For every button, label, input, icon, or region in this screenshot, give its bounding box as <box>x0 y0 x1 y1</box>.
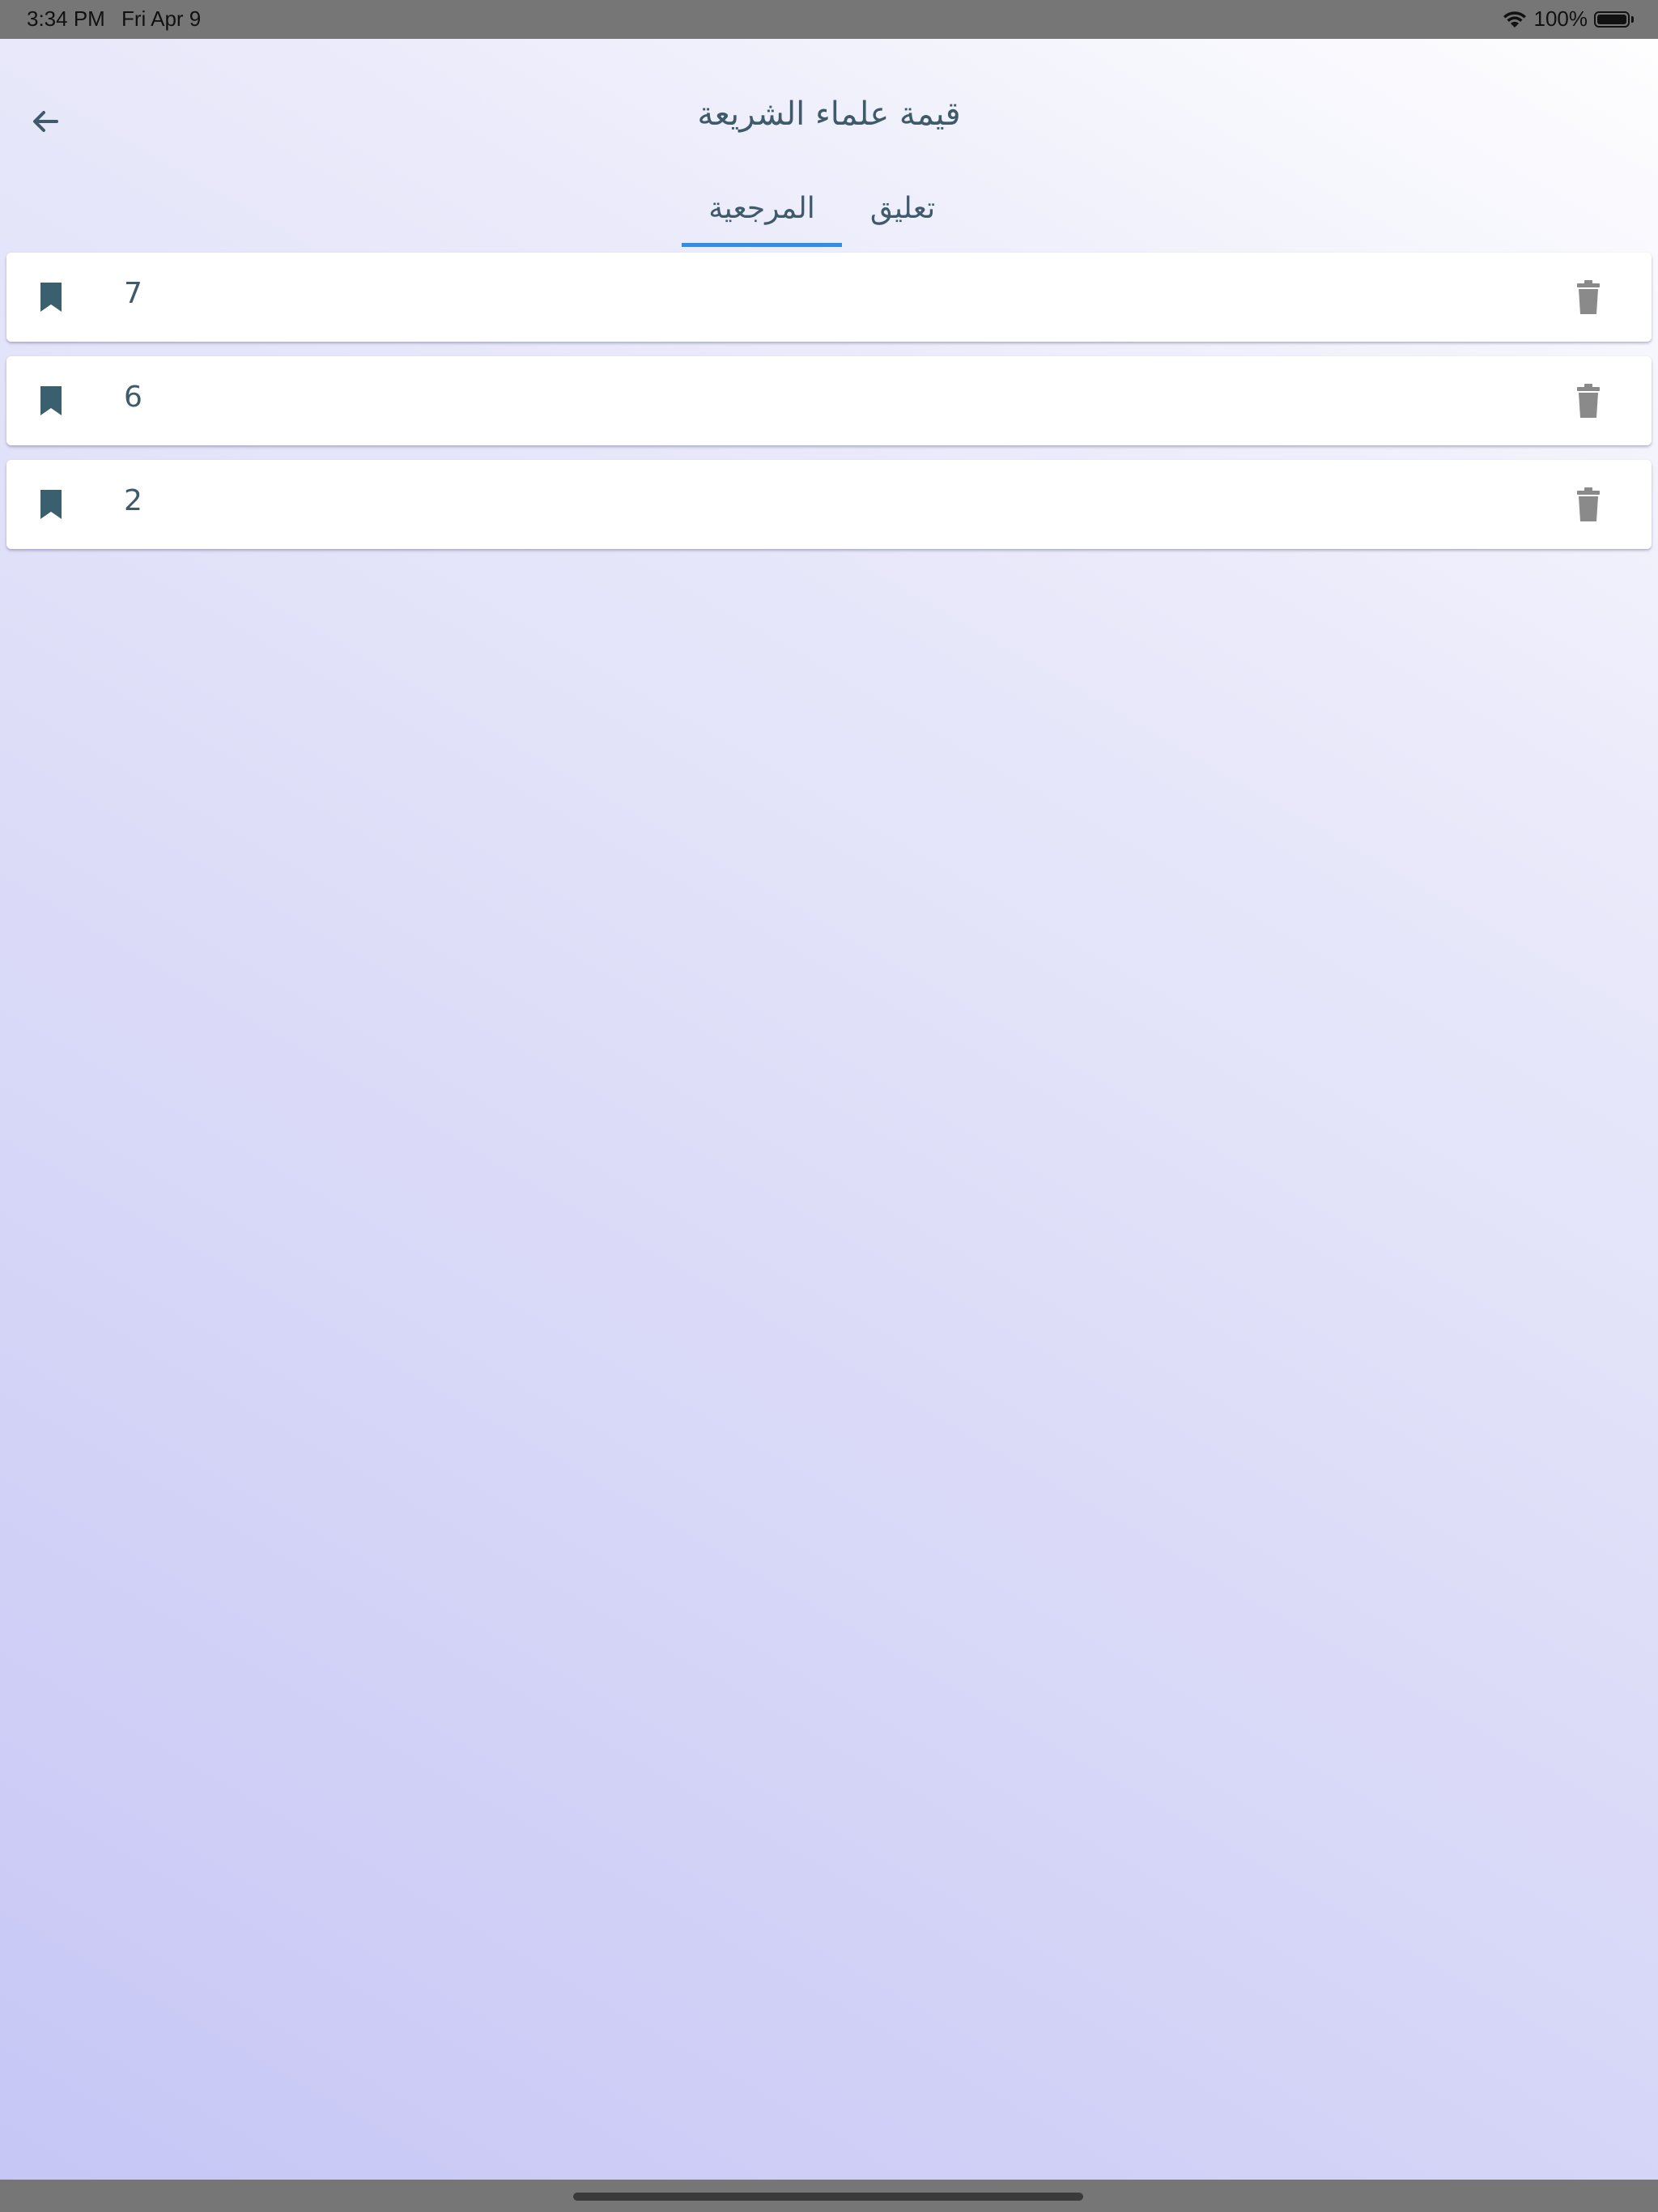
bookmark-number: 7 <box>124 277 142 310</box>
tab-bar: المرجعية تعليق <box>0 170 1658 247</box>
status-date: Fri Apr 9 <box>121 6 202 31</box>
wifi-icon <box>1503 11 1526 28</box>
bookmark-number: 2 <box>124 484 142 517</box>
tab-bookmarks[interactable]: المرجعية <box>682 170 842 247</box>
status-time: 3:34 PM <box>27 6 105 31</box>
battery-percent: 100% <box>1533 6 1588 31</box>
home-indicator[interactable] <box>573 2193 1083 2201</box>
trash-icon[interactable] <box>1574 486 1603 523</box>
bookmark-icon <box>40 386 62 415</box>
screen: 3:34 PM Fri Apr 9 100% قيمة علماء الشريع… <box>0 0 1658 2212</box>
bookmark-list: 7 6 2 <box>6 253 1652 564</box>
status-indicators: 100% <box>1502 6 1634 32</box>
battery-cap <box>1631 15 1634 23</box>
battery-icon <box>1594 11 1630 28</box>
tab-indicator <box>682 243 842 247</box>
tab-comments[interactable]: تعليق <box>842 170 963 247</box>
trash-icon[interactable] <box>1574 279 1603 316</box>
status-bar: 3:34 PM Fri Apr 9 100% <box>0 0 1658 39</box>
list-item[interactable]: 2 <box>6 460 1652 549</box>
bookmark-icon <box>40 283 62 312</box>
trash-icon[interactable] <box>1574 382 1603 419</box>
battery-level <box>1597 14 1626 24</box>
list-item[interactable]: 6 <box>6 356 1652 445</box>
bookmark-number: 6 <box>124 381 142 414</box>
bookmark-icon <box>40 490 62 519</box>
list-item[interactable]: 7 <box>6 253 1652 342</box>
page-title: قيمة علماء الشريعة <box>697 96 961 133</box>
bottom-bar <box>0 2180 1658 2212</box>
